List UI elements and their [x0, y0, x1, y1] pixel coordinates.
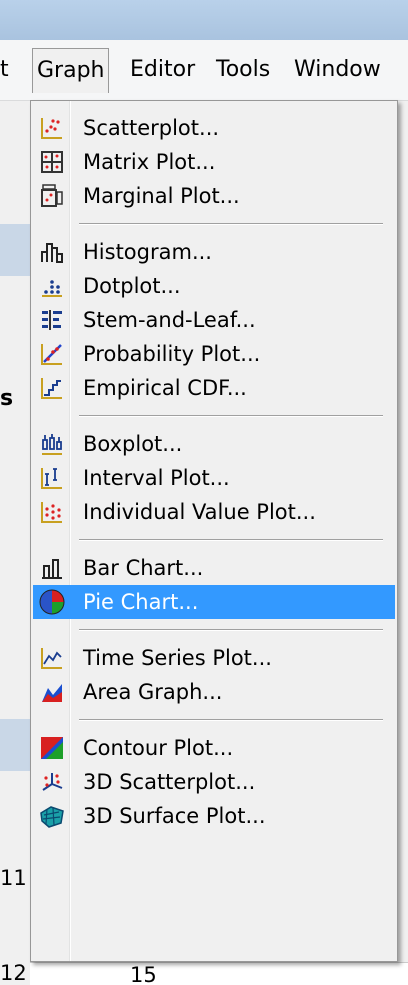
row-number: 12	[0, 961, 27, 984]
time-series-plot-icon	[39, 645, 65, 671]
menu-item-stem-and-leaf[interactable]: Stem-and-Leaf...	[33, 303, 395, 337]
menu-item-label: Bar Chart...	[83, 556, 204, 580]
background-window-edge-right	[398, 101, 408, 984]
menu-item-label: 3D Scatterplot...	[83, 770, 256, 794]
menu-item-contour-plot[interactable]: Contour Plot...	[33, 731, 395, 765]
menu-item-label: Pie Chart...	[83, 590, 199, 614]
interval-plot-icon	[39, 465, 65, 491]
menu-item-boxplot[interactable]: Boxplot...	[33, 427, 395, 461]
menu-tools[interactable]: Tools	[216, 56, 270, 84]
menu-item-label: Individual Value Plot...	[83, 500, 316, 524]
background-band	[0, 719, 30, 771]
dotplot-icon	[39, 273, 65, 299]
menu-item-individual-value-plot[interactable]: Individual Value Plot...	[33, 495, 395, 529]
menu-item-label: Dotplot...	[83, 274, 181, 298]
menu-item-label: Matrix Plot...	[83, 150, 216, 174]
window-title-bar	[0, 0, 408, 40]
empirical-cdf-icon	[39, 375, 65, 401]
menu-item-histogram[interactable]: Histogram...	[33, 235, 395, 269]
menu-item-probability-plot[interactable]: Probability Plot...	[33, 337, 395, 371]
menu-item-interval-plot[interactable]: Interval Plot...	[33, 461, 395, 495]
menu-item-empirical-cdf[interactable]: Empirical CDF...	[33, 371, 395, 405]
menu-item-label: Contour Plot...	[83, 736, 234, 760]
probability-plot-icon	[39, 341, 65, 367]
matrix-plot-icon	[39, 149, 65, 175]
menu-tools-partial[interactable]: t	[0, 56, 9, 84]
menu-separator	[79, 629, 383, 631]
background-band	[0, 224, 30, 276]
menu-item-bar-chart[interactable]: Bar Chart...	[33, 551, 395, 585]
menu-editor[interactable]: Editor	[130, 56, 195, 84]
menu-separator	[79, 223, 383, 225]
individual-value-plot-icon	[39, 499, 65, 525]
pie-chart-icon	[39, 589, 65, 615]
menu-item-scatterplot[interactable]: Scatterplot...	[33, 111, 395, 145]
contour-plot-icon	[39, 735, 65, 761]
menu-item-label: Area Graph...	[83, 680, 223, 704]
background-window-edge: s 11 12	[0, 101, 30, 984]
menu-item-dotplot[interactable]: Dotplot...	[33, 269, 395, 303]
menu-item-marginal-plot[interactable]: Marginal Plot...	[33, 179, 395, 213]
3d-surface-plot-icon	[39, 803, 65, 829]
marginal-plot-icon	[39, 183, 65, 209]
background-text: s	[0, 386, 14, 411]
histogram-icon	[39, 239, 65, 265]
menu-item-3d-surface-plot[interactable]: 3D Surface Plot...	[33, 799, 395, 833]
scatterplot-icon	[39, 115, 65, 141]
menu-separator	[79, 415, 383, 417]
menu-separator	[79, 539, 383, 541]
menu-window[interactable]: Window	[294, 56, 381, 84]
menu-item-pie-chart[interactable]: Pie Chart...	[33, 585, 395, 619]
worksheet-row: 15	[30, 962, 408, 985]
boxplot-icon	[39, 431, 65, 457]
menu-item-matrix-plot[interactable]: Matrix Plot...	[33, 145, 395, 179]
menu-item-3d-scatterplot[interactable]: 3D Scatterplot...	[33, 765, 395, 799]
menu-separator	[79, 719, 383, 721]
menu-item-label: Probability Plot...	[83, 342, 261, 366]
menu-item-time-series-plot[interactable]: Time Series Plot...	[33, 641, 395, 675]
menu-item-label: Scatterplot...	[83, 116, 220, 140]
menu-item-label: Interval Plot...	[83, 466, 230, 490]
3d-scatterplot-icon	[39, 769, 65, 795]
bar-chart-icon	[39, 555, 65, 581]
menu-item-label: Stem-and-Leaf...	[83, 308, 256, 332]
menu-graph[interactable]: Graph	[32, 48, 110, 93]
menu-item-label: Boxplot...	[83, 432, 183, 456]
stem-and-leaf-icon	[39, 307, 65, 333]
menu-item-area-graph[interactable]: Area Graph...	[33, 675, 395, 709]
menu-item-label: 3D Surface Plot...	[83, 804, 266, 828]
menubar: t Graph Editor Tools Window	[0, 40, 408, 101]
area-graph-icon	[39, 679, 65, 705]
row-number: 11	[0, 866, 27, 890]
menu-item-label: Empirical CDF...	[83, 376, 247, 400]
graph-menu-dropdown: Scatterplot... Matrix Plot... Marginal P…	[30, 100, 398, 962]
menu-item-label: Histogram...	[83, 240, 212, 264]
menu-item-label: Time Series Plot...	[83, 646, 272, 670]
worksheet-cell: 15	[130, 963, 157, 985]
menu-item-label: Marginal Plot...	[83, 184, 240, 208]
